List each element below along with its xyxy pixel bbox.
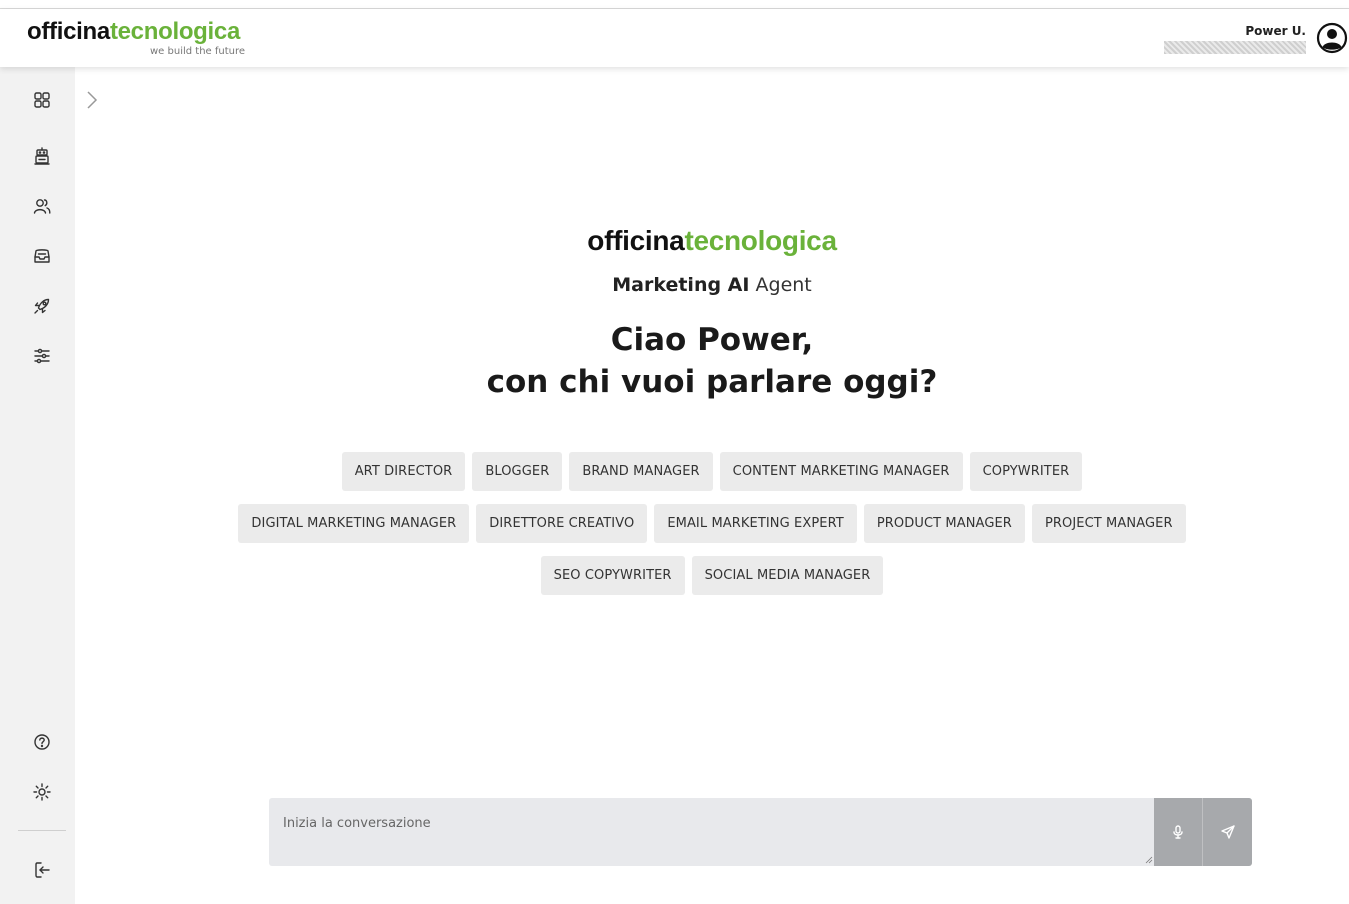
- app-header: officinatecnologica we build the future …: [0, 9, 1349, 67]
- agent-chip-art-director[interactable]: ART DIRECTOR: [341, 452, 466, 491]
- agent-chips-row-2: DIGITAL MARKETING MANAGER DIRETTORE CREA…: [75, 504, 1349, 543]
- users-icon[interactable]: [29, 193, 55, 219]
- chat-input[interactable]: [269, 798, 1154, 866]
- agent-chip-digital-marketing-manager[interactable]: DIGITAL MARKETING MANAGER: [238, 504, 470, 543]
- hero-logo-text-dark: officina: [587, 225, 685, 256]
- sliders-icon[interactable]: [29, 343, 55, 369]
- send-button[interactable]: [1203, 798, 1252, 866]
- hero-subtitle: Marketing AI Agent: [75, 274, 1349, 296]
- logo-text-green: tecnologica: [109, 18, 240, 45]
- greeting-line-2: con chi vuoi parlare oggi?: [486, 364, 938, 400]
- sidebar: [0, 67, 75, 904]
- agent-chip-content-marketing-manager[interactable]: CONTENT MARKETING MANAGER: [719, 452, 963, 491]
- sidebar-divider: [18, 830, 66, 831]
- agent-chip-blogger[interactable]: BLOGGER: [472, 452, 563, 491]
- hero-logo-text-green: tecnologica: [684, 225, 837, 256]
- header-logo[interactable]: officinatecnologica we build the future: [27, 18, 245, 58]
- dashboard-grid-icon[interactable]: [29, 87, 55, 113]
- greeting-line-1: Ciao Power,: [610, 322, 814, 358]
- agent-chips-row-3: SEO COPYWRITER SOCIAL MEDIA MANAGER: [75, 556, 1349, 595]
- help-icon[interactable]: [29, 729, 55, 755]
- chat-composer: [269, 798, 1252, 866]
- logout-icon[interactable]: [29, 857, 55, 883]
- agent-chip-direttore-creativo[interactable]: DIRETTORE CREATIVO: [476, 504, 648, 543]
- agent-chip-email-marketing-expert[interactable]: EMAIL MARKETING EXPERT: [654, 504, 857, 543]
- robot-icon[interactable]: [29, 143, 55, 169]
- inbox-icon[interactable]: [29, 243, 55, 269]
- user-info[interactable]: Power U.: [1164, 23, 1306, 58]
- sun-icon[interactable]: [29, 779, 55, 805]
- expand-sidebar-chevron-icon[interactable]: [84, 89, 100, 111]
- microphone-icon: [1173, 825, 1183, 839]
- greeting-title: Ciao Power, con chi vuoi parlare oggi?: [75, 319, 1349, 403]
- agent-chip-seo-copywriter[interactable]: SEO COPYWRITER: [540, 556, 685, 595]
- hero-subtitle-bold: Marketing AI: [612, 274, 750, 296]
- agent-chip-product-manager[interactable]: PRODUCT MANAGER: [863, 504, 1025, 543]
- agent-chip-social-media-manager[interactable]: SOCIAL MEDIA MANAGER: [691, 556, 884, 595]
- agent-chip-brand-manager[interactable]: BRAND MANAGER: [569, 452, 713, 491]
- microphone-button[interactable]: [1154, 798, 1203, 866]
- user-avatar-icon[interactable]: [1315, 21, 1349, 55]
- hero-logo: officinatecnologica: [75, 225, 1349, 257]
- send-icon: [1220, 825, 1235, 839]
- user-email-redacted: [1164, 41, 1306, 54]
- logo-text-dark: officina: [27, 18, 110, 45]
- agent-chips-row-1: ART DIRECTOR BLOGGER BRAND MANAGER CONTE…: [75, 452, 1349, 491]
- window-top-edge: [0, 0, 1349, 9]
- logo-tagline: we build the future: [150, 46, 246, 57]
- textarea-resize-grip-icon[interactable]: [1145, 856, 1153, 864]
- agent-chip-copywriter[interactable]: COPYWRITER: [969, 452, 1083, 491]
- hero-subtitle-rest: Agent: [755, 274, 812, 296]
- user-name: Power U.: [1245, 24, 1306, 38]
- agent-chip-project-manager[interactable]: PROJECT MANAGER: [1031, 504, 1186, 543]
- rocket-icon[interactable]: [29, 293, 55, 319]
